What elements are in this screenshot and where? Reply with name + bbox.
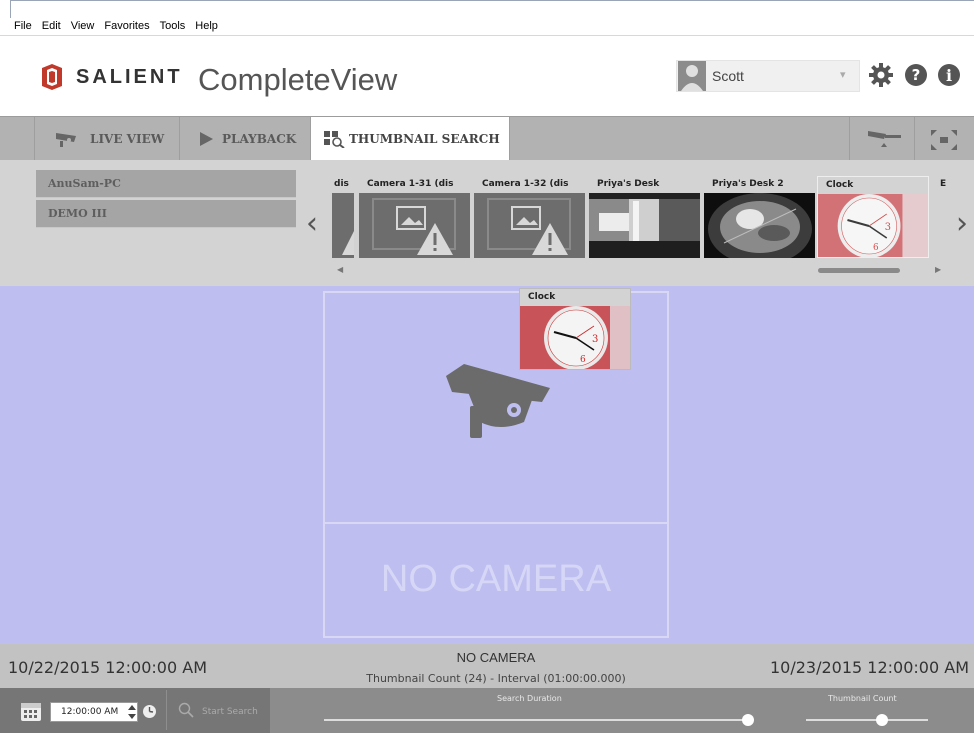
camera-thumbnail[interactable]: Clock 3 6 (817, 176, 929, 258)
calendar-icon[interactable] (20, 700, 42, 722)
menu-view[interactable]: View (71, 20, 95, 32)
camera-thumbnail[interactable]: dis (332, 176, 354, 258)
product-name: CompleteView (198, 62, 398, 97)
strip-scrollbar[interactable] (818, 268, 900, 273)
salient-logo-icon (42, 64, 62, 90)
clock-icon[interactable] (142, 704, 157, 719)
no-video-warning-icon (332, 193, 354, 258)
camera-thumbnail[interactable]: Priya's Desk 2 (704, 176, 815, 258)
thumbnail-label: Clock (520, 289, 630, 306)
chevron-right-icon[interactable]: › (956, 206, 968, 241)
end-date: 10/23/2015 12:00:00 AM (770, 658, 969, 677)
tab-separator (849, 117, 850, 161)
thumbnail-count-track[interactable] (806, 719, 928, 721)
controls-divider (166, 690, 167, 730)
no-video-warning-icon (359, 193, 470, 258)
main-tabbar: LIVE VIEW PLAYBACK THUMBNAIL SEARCH (0, 116, 974, 161)
search-duration-slider[interactable] (742, 714, 754, 726)
thumbnail-count-label: Thumbnail Count (828, 694, 897, 703)
tab-separator (914, 117, 915, 161)
fisheye-video-frame (704, 193, 815, 258)
gear-icon[interactable] (868, 62, 894, 88)
user-name: Scott (712, 68, 744, 84)
server-item-anusam-pc[interactable]: AnuSam-PC (36, 170, 296, 198)
svg-text:6: 6 (580, 355, 586, 365)
thumbnail-count-slider[interactable] (876, 714, 888, 726)
camera-thumbnail[interactable]: Priya's Desk (589, 176, 700, 258)
search-icon[interactable] (178, 702, 194, 718)
search-duration-track[interactable] (324, 719, 748, 721)
camera-thumbnail[interactable]: E (933, 176, 955, 258)
no-video-warning-icon (474, 193, 585, 258)
play-icon (200, 132, 213, 146)
clock-video-frame: 3 6 (818, 194, 928, 257)
camera-thumbnail[interactable]: Camera 1-31 (dis (359, 176, 470, 258)
fullscreen-icon[interactable] (930, 129, 958, 151)
thumbnail-search-icon (324, 131, 345, 148)
thumbnail-label: Clock (818, 177, 928, 194)
thumbnail-label: Priya's Desk (589, 176, 700, 193)
office-video-frame (589, 193, 700, 258)
thumbnail-label: Camera 1-32 (dis (474, 176, 585, 193)
no-camera-message: NO CAMERA (380, 558, 612, 600)
camera-thumbnail[interactable]: Camera 1-32 (dis (474, 176, 585, 258)
tab-live-view-label: LIVE VIEW (90, 132, 165, 146)
user-avatar-icon (678, 61, 706, 91)
svg-text:?: ? (912, 66, 921, 84)
time-input[interactable]: 12:00:00 AM (50, 702, 138, 722)
camera-placeholder-icon (446, 364, 550, 438)
svg-text:i: i (946, 66, 952, 85)
start-search-button[interactable]: Start Search (202, 707, 258, 717)
brand-name: SALIENT (76, 66, 183, 88)
selected-camera-name: NO CAMERA (456, 650, 536, 665)
partial-video-frame (933, 193, 955, 258)
chevron-left-icon[interactable]: ‹ (306, 206, 318, 241)
menu-edit[interactable]: Edit (42, 20, 61, 32)
tab-live-view[interactable]: LIVE VIEW (34, 117, 180, 161)
thumbnail-label: Camera 1-31 (dis (359, 176, 470, 193)
window-frame-line (10, 0, 974, 18)
menu-help[interactable]: Help (195, 20, 218, 32)
tab-thumbnail-search-label: THUMBNAIL SEARCH (349, 132, 500, 146)
tab-playback[interactable]: PLAYBACK (180, 117, 311, 161)
thumbnail-label: dis (332, 176, 354, 193)
svg-text:3: 3 (592, 334, 598, 345)
menu-favorites[interactable]: Favorites (104, 20, 149, 32)
dragged-thumbnail[interactable]: Clock 3 6 (519, 288, 631, 370)
scroll-right-icon[interactable]: ▶ (935, 265, 941, 274)
tab-playback-label: PLAYBACK (222, 132, 297, 146)
search-duration-label: Search Duration (497, 694, 562, 703)
server-item-demo-iii[interactable]: DEMO III (36, 200, 296, 228)
menu-tools[interactable]: Tools (160, 20, 186, 32)
cell-divider (325, 522, 667, 524)
camera-strip-toggle-icon[interactable] (862, 127, 906, 153)
chevron-down-icon[interactable]: ▾ (840, 68, 846, 81)
thumbnail-count-interval: Thumbnail Count (24) - Interval (01:00:0… (366, 672, 626, 685)
start-date: 10/22/2015 12:00:00 AM (8, 658, 207, 677)
thumbnail-label: Priya's Desk 2 (704, 176, 815, 193)
tab-thumbnail-search[interactable]: THUMBNAIL SEARCH (311, 117, 510, 161)
scroll-left-icon[interactable]: ◀ (337, 265, 343, 274)
camera-icon (56, 133, 76, 147)
menu-file[interactable]: File (14, 20, 32, 32)
info-icon[interactable]: i (936, 62, 962, 88)
clock-video-frame: 3 6 (520, 306, 630, 369)
menu-bar: File Edit View Favorites Tools Help (0, 0, 974, 36)
time-spinner-icon[interactable] (127, 703, 137, 721)
thumbnail-label: E (933, 176, 955, 193)
help-icon[interactable]: ? (903, 62, 929, 88)
